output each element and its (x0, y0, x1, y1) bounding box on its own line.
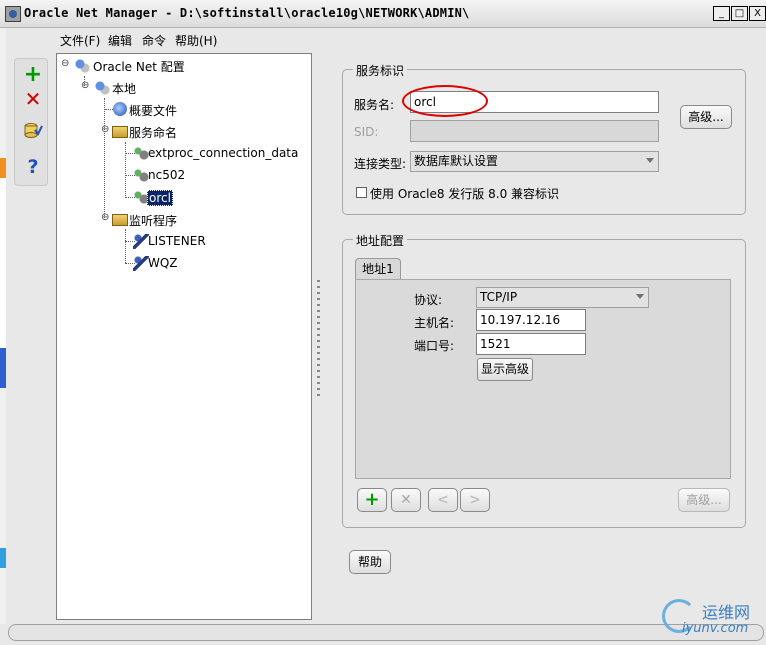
splitter-handle[interactable] (317, 280, 320, 396)
advanced-button[interactable]: 高级... (680, 105, 732, 129)
desktop-edge (0, 28, 6, 624)
folder-icon (112, 126, 128, 138)
remove-address-button[interactable]: ✕ (391, 488, 421, 512)
sid-input[interactable] (410, 120, 659, 142)
oracle8-checkbox-label: 使用 Oracle8 发行版 8.0 兼容标识 (370, 187, 560, 201)
address-config-title: 地址配置 (353, 232, 408, 249)
tree-label: orcl (147, 190, 173, 206)
service-name-label: 服务名: (354, 98, 395, 112)
show-advanced-button[interactable]: 显示高级 (477, 358, 533, 381)
listener-icon (133, 234, 149, 249)
add-address-button[interactable]: + (357, 488, 387, 512)
computer-icon (94, 80, 110, 95)
close-button[interactable]: X (749, 6, 766, 21)
menu-help[interactable]: 帮助(H) (175, 32, 217, 49)
tree-line (125, 142, 126, 198)
tree-line (125, 229, 126, 263)
protocol-value: TCP/IP (480, 290, 518, 304)
menu-edit[interactable]: 编辑 (108, 32, 132, 49)
add-icon[interactable]: + (23, 64, 43, 86)
folder-icon (112, 214, 128, 226)
menu-command[interactable]: 命令 (142, 32, 166, 49)
tree-label: WQZ (148, 256, 178, 270)
tree-label: 监听程序 (129, 214, 178, 228)
expand-icon[interactable]: ⊖ (61, 58, 69, 69)
listener-icon (133, 256, 149, 271)
help-icon[interactable]: ? (23, 157, 43, 177)
test-service-icon[interactable] (23, 121, 43, 141)
connection-type-select[interactable]: 数据库默认设置 (410, 151, 659, 172)
service-icon (133, 168, 149, 183)
menu-file[interactable]: 文件(F) (60, 32, 100, 49)
tree-label: 服务命名 (129, 126, 178, 140)
prev-address-button[interactable]: < (428, 488, 458, 512)
minimize-button[interactable]: _ (713, 6, 730, 21)
chevron-down-icon (646, 158, 654, 163)
watermark-text: 运维网 (702, 603, 751, 622)
watermark-url: iyunv.com (682, 621, 749, 636)
delete-icon[interactable]: ✕ (23, 89, 43, 109)
tree-label: extproc_connection_data (148, 146, 299, 160)
tree-label: 概要文件 (129, 104, 178, 118)
tree-label: LISTENER (148, 234, 206, 248)
app-icon (5, 6, 21, 22)
tab-address1[interactable]: 地址1 (355, 258, 401, 280)
maximize-button[interactable]: □ (731, 6, 748, 21)
expand-icon[interactable]: ⊖ (101, 124, 109, 135)
expand-icon[interactable]: ⊖ (101, 212, 109, 223)
port-label: 端口号: (414, 339, 455, 353)
navigator-tree: ⊖ Oracle Net 配置 ⊖ 本地 概要文件 ⊖ 服务命名 extproc… (56, 53, 312, 620)
oracle8-checkbox[interactable] (356, 187, 367, 198)
left-toolbar: + ✕ ? (14, 58, 48, 186)
port-input[interactable]: 1521 (476, 333, 586, 355)
service-icon (133, 146, 149, 161)
tree-line (104, 98, 105, 220)
highlight-annotation (402, 85, 488, 117)
protocol-label: 协议: (414, 293, 443, 307)
address-advanced-button[interactable]: 高级... (678, 488, 730, 512)
globe-icon (113, 102, 127, 116)
tree-label: 本地 (112, 82, 137, 96)
host-label: 主机名: (414, 316, 455, 330)
sid-label: SID: (354, 125, 379, 139)
chevron-down-icon (636, 294, 644, 299)
connection-type-value: 数据库默认设置 (414, 154, 499, 168)
title-bar: Oracle Net Manager - D:\softinstall\orac… (0, 0, 766, 28)
watermark-logo: 运维网 iyunv.com (662, 597, 762, 641)
connection-type-label: 连接类型: (354, 157, 407, 171)
service-id-title: 服务标识 (353, 62, 408, 79)
expand-icon[interactable]: ⊖ (81, 80, 89, 91)
network-icon (74, 58, 90, 73)
help-button[interactable]: 帮助 (349, 550, 391, 574)
tree-label: Oracle Net 配置 (93, 60, 185, 74)
tree-label: nc502 (148, 168, 186, 182)
next-address-button[interactable]: > (460, 488, 490, 512)
window-title: Oracle Net Manager - D:\softinstall\orac… (24, 6, 470, 20)
host-input[interactable]: 10.197.12.16 (476, 309, 586, 331)
protocol-select[interactable]: TCP/IP (476, 287, 649, 308)
status-bar (8, 624, 764, 641)
